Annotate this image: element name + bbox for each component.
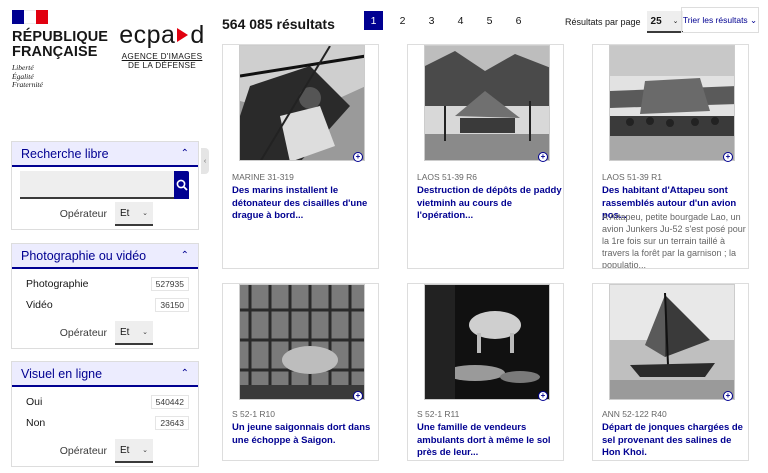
card-reference: S 52-1 R11 <box>417 409 460 419</box>
per-page-select[interactable]: 25 ⌄ <box>646 11 683 33</box>
free-search-panel: Recherche libre ⌃ Opérateur Et ⌄ <box>11 141 199 230</box>
chevron-up-icon[interactable]: ⌃ <box>181 368 189 379</box>
add-icon[interactable]: + <box>353 152 363 162</box>
page-1-link[interactable]: 1 <box>364 11 383 30</box>
republique-francaise-logo[interactable]: RÉPUBLIQUE FRANÇAISE Liberté Égalité Fra… <box>12 10 112 90</box>
card-title[interactable]: Destruction de dépôts de paddy vietminh … <box>417 185 563 223</box>
card-title[interactable]: Un jeune saigonnais dort dans une échopp… <box>232 422 378 447</box>
card-reference: MARINE 31-319 <box>232 172 294 182</box>
page-5-link[interactable]: 5 <box>480 11 499 30</box>
ecpad-wordmark: ecpa d <box>119 21 205 49</box>
facet-option-photographie[interactable]: Photographie 527935 <box>12 273 198 294</box>
result-thumbnail[interactable] <box>609 284 735 400</box>
chevron-up-icon[interactable]: ⌃ <box>181 148 189 159</box>
operator-select[interactable]: Et ⌄ <box>115 202 153 226</box>
facet-option-oui[interactable]: Oui 540442 <box>12 391 198 412</box>
count-badge: 23643 <box>155 415 189 430</box>
add-icon[interactable]: + <box>538 391 548 401</box>
gov-motto: Liberté Égalité Fraternité <box>12 63 43 89</box>
result-card[interactable]: + LAOS 51-39 R6 Destruction de dépôts de… <box>407 44 564 269</box>
french-flag-icon <box>12 10 48 24</box>
facet-option-video[interactable]: Vidéo 36150 <box>12 294 198 315</box>
chevron-up-icon[interactable]: ⌃ <box>181 250 189 261</box>
free-search-input[interactable] <box>20 171 174 199</box>
chevron-down-icon: ⌄ <box>142 329 148 336</box>
count-badge: 36150 <box>155 297 189 312</box>
result-thumbnail[interactable] <box>239 284 365 400</box>
per-page-control: Résultats par page 25 ⌄ <box>565 11 683 33</box>
add-icon[interactable]: + <box>538 152 548 162</box>
panel-title: Visuel en ligne <box>21 366 103 381</box>
operator-label: Opérateur <box>59 327 107 339</box>
media-type-panel-header[interactable]: Photographie ou vidéo ⌃ <box>12 244 198 269</box>
result-card[interactable]: + S 52-1 R10 Un jeune saigonnais dort da… <box>222 283 379 461</box>
page-3-link[interactable]: 3 <box>422 11 441 30</box>
result-thumbnail[interactable] <box>424 45 550 161</box>
operator-select[interactable]: Et ⌄ <box>115 321 153 345</box>
free-search-panel-header[interactable]: Recherche libre ⌃ <box>12 142 198 167</box>
result-card[interactable]: + ANN 52-122 R40 Départ de jonques charg… <box>592 283 749 461</box>
card-title[interactable]: Départ de jonques chargées de sel proven… <box>602 422 748 460</box>
chevron-left-icon: ‹ <box>203 157 207 165</box>
count-badge: 540442 <box>150 394 189 409</box>
online-visual-panel: Visuel en ligne ⌃ Oui 540442 Non 23643 O… <box>11 361 199 467</box>
result-thumbnail[interactable] <box>424 284 550 400</box>
ecpad-logo[interactable]: ecpa d AGENCE D'IMAGES DE LA DÉFENSE <box>119 21 205 70</box>
card-title[interactable]: Une famille de vendeurs ambulants dort à… <box>417 422 563 460</box>
card-description: A Attapeu, petite bourgade Lao, un avion… <box>602 212 746 269</box>
pagination: 1 2 3 4 5 6 <box>364 11 538 30</box>
operator-label: Opérateur <box>59 208 107 220</box>
chevron-down-icon: ⌄ <box>672 18 679 25</box>
sidebar-collapse-handle[interactable]: ‹ <box>201 148 209 174</box>
add-icon[interactable]: + <box>353 391 363 401</box>
play-triangle-icon <box>177 28 189 42</box>
card-reference: LAOS 51-39 R1 <box>602 172 663 182</box>
page-4-link[interactable]: 4 <box>451 11 470 30</box>
count-badge: 527935 <box>150 276 189 291</box>
results-count: 564 085 résultats <box>222 16 335 32</box>
card-reference: LAOS 51-39 R6 <box>417 172 478 182</box>
result-card[interactable]: + MARINE 31-319 Des marins installent le… <box>222 44 379 269</box>
operator-select[interactable]: Et ⌄ <box>115 439 153 463</box>
add-icon[interactable]: + <box>723 152 733 162</box>
gov-title: RÉPUBLIQUE FRANÇAISE <box>12 29 109 60</box>
online-visual-panel-header[interactable]: Visuel en ligne ⌃ <box>12 362 198 387</box>
panel-title: Recherche libre <box>21 146 109 161</box>
panel-title: Photographie ou vidéo <box>21 248 147 263</box>
facet-option-non[interactable]: Non 23643 <box>12 412 198 433</box>
chevron-down-icon: ⌄ <box>142 447 148 454</box>
page-6-link[interactable]: 6 <box>509 11 528 30</box>
add-icon[interactable]: + <box>723 391 733 401</box>
sort-results-button[interactable]: Trier les résultats ⌄ <box>681 7 759 33</box>
ecpad-subtitle: AGENCE D'IMAGES DE LA DÉFENSE <box>121 52 203 70</box>
search-icon <box>176 179 188 191</box>
media-type-panel: Photographie ou vidéo ⌃ Photographie 527… <box>11 243 199 349</box>
page-2-link[interactable]: 2 <box>393 11 412 30</box>
result-thumbnail[interactable] <box>609 45 735 161</box>
card-reference: ANN 52-122 R40 <box>602 409 667 419</box>
operator-label: Opérateur <box>59 445 107 457</box>
chevron-down-icon: ⌄ <box>142 210 148 217</box>
card-reference: S 52-1 R10 <box>232 409 275 419</box>
search-button[interactable] <box>174 171 189 199</box>
result-card[interactable]: + S 52-1 R11 Une famille de vendeurs amb… <box>407 283 564 461</box>
result-thumbnail[interactable] <box>239 45 365 161</box>
result-card[interactable]: + LAOS 51-39 R1 Des habitant d'Attapeu s… <box>592 44 749 269</box>
card-title[interactable]: Des marins installent le détonateur des … <box>232 185 378 223</box>
per-page-label: Résultats par page <box>565 17 641 27</box>
